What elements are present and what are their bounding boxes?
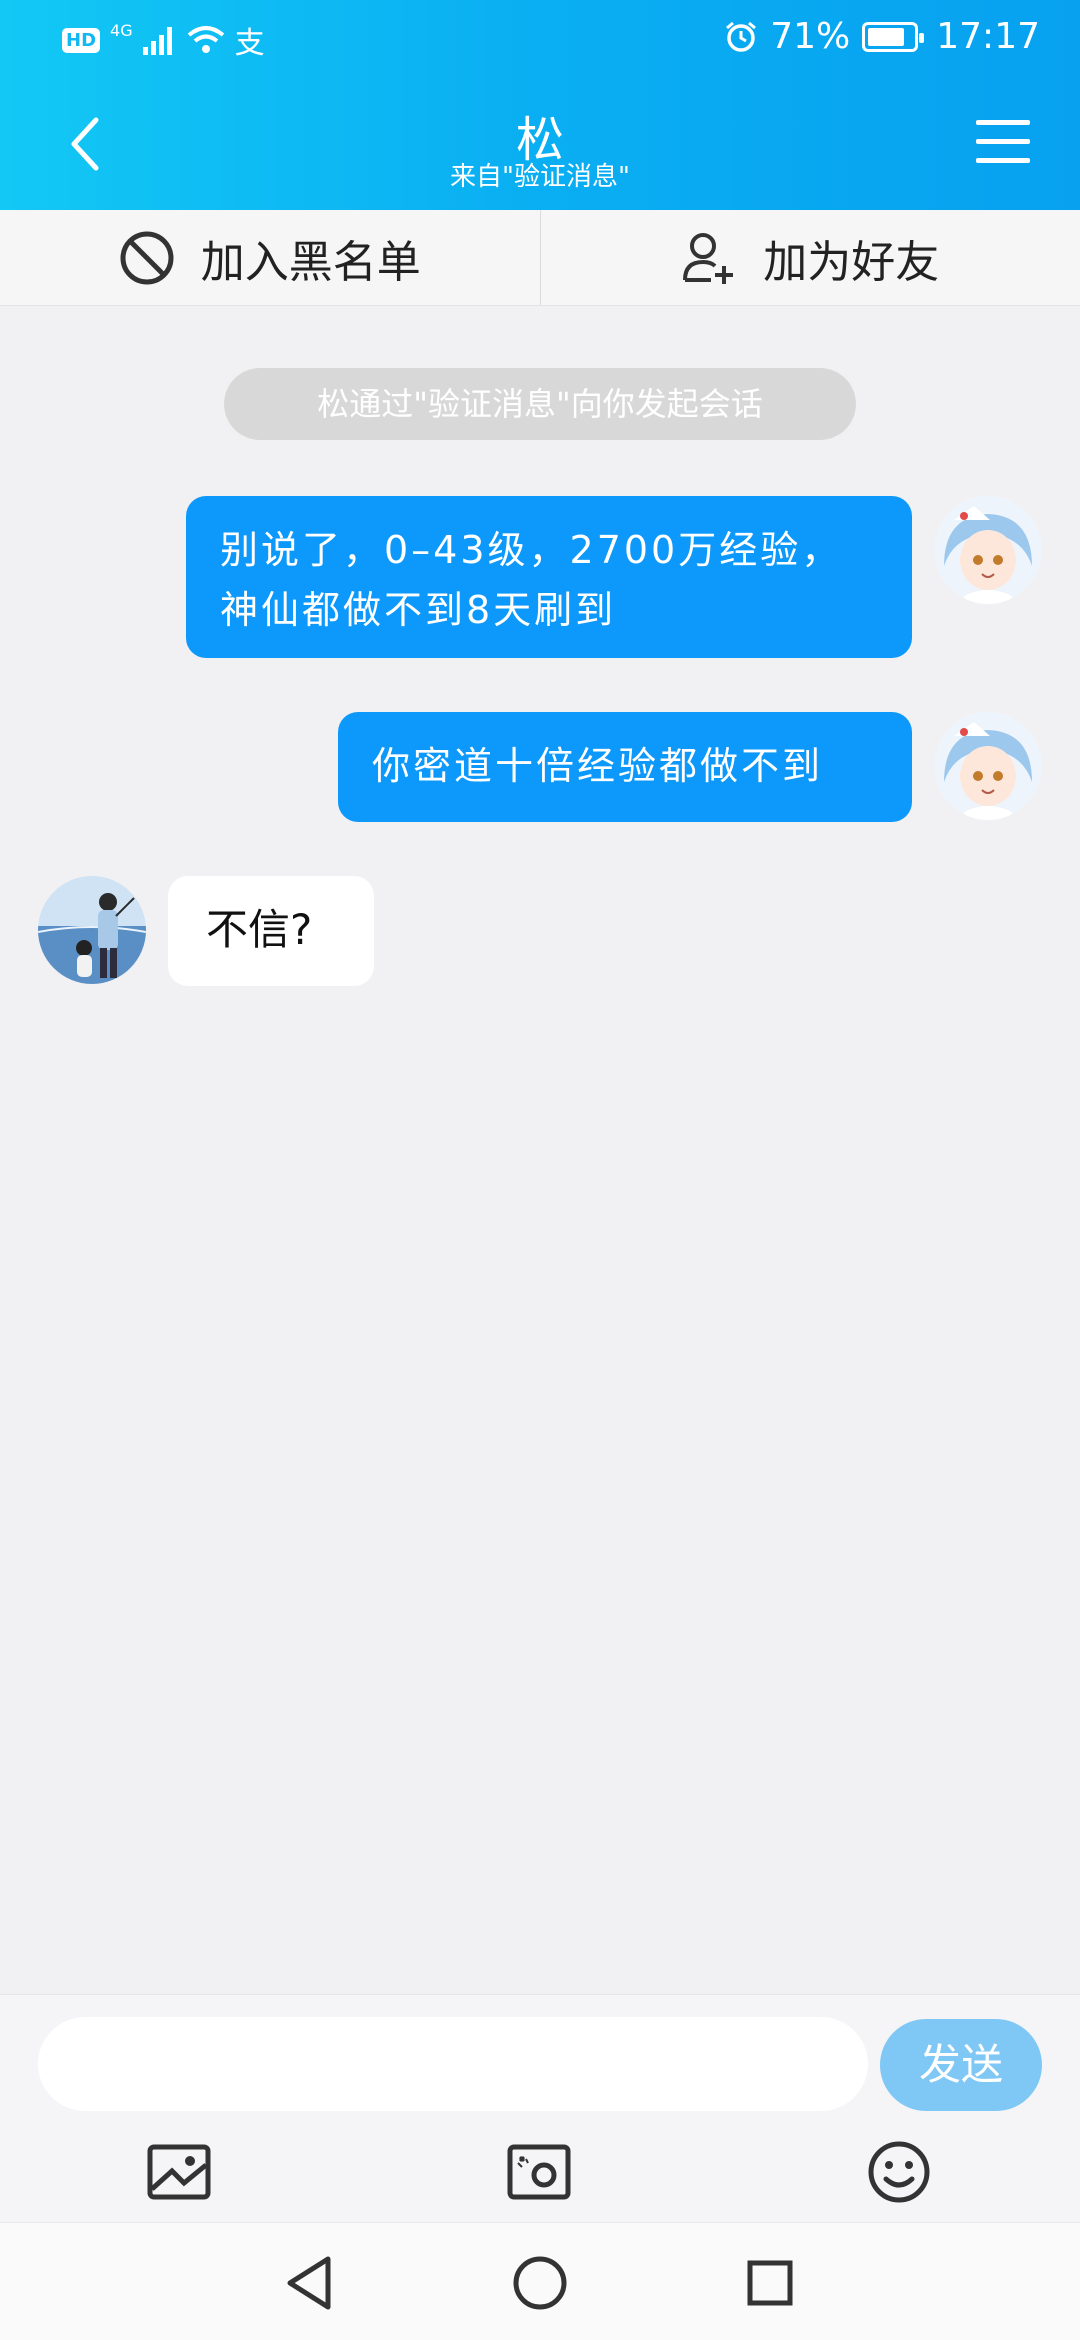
signal-icon (142, 27, 172, 55)
chat-subtitle: 来自"验证消息" (450, 162, 630, 192)
my-message-bubble[interactable]: 你密道十倍经验都做不到 (338, 712, 912, 822)
battery-percent: 71% (770, 16, 851, 57)
wifi-icon (187, 26, 224, 53)
hd-badge: HD (62, 27, 101, 53)
blacklist-button[interactable]: 加入黑名单 (0, 210, 540, 305)
message-text: 不信? (206, 905, 313, 954)
camera-icon[interactable] (506, 2139, 572, 2205)
image-icon[interactable] (146, 2139, 212, 2205)
add-friend-button[interactable]: 加为好友 (539, 210, 1080, 305)
contact-avatar[interactable] (38, 876, 146, 984)
nav-recents-icon[interactable] (740, 2253, 800, 2313)
block-icon (120, 231, 174, 284)
add-friend-label: 加为好友 (763, 236, 940, 288)
network-label: 4G (110, 20, 133, 40)
message-text: 你密道十倍经验都做不到 (372, 744, 824, 788)
status-bar: HD 4G 支 71% 17:17 (0, 0, 1080, 76)
my-avatar[interactable] (934, 712, 1042, 820)
clock: 17:17 (936, 16, 1040, 57)
alipay-icon: 支 (234, 26, 265, 61)
nav-home-icon[interactable] (510, 2253, 570, 2313)
emoji-icon[interactable] (866, 2139, 932, 2205)
contact-message-bubble[interactable]: 不信? (168, 876, 374, 986)
status-left: HD 4G 支 (62, 18, 265, 62)
action-bar: 加入黑名单 加为好友 (0, 210, 1080, 306)
message-input[interactable] (38, 2017, 868, 2111)
app-header: HD 4G 支 71% 17:17 松 来自"验证消息" (0, 0, 1080, 210)
add-user-icon (683, 232, 734, 284)
menu-button[interactable] (976, 118, 1030, 166)
my-avatar[interactable] (934, 496, 1042, 604)
send-button[interactable]: 发送 (880, 2019, 1042, 2111)
message-text: 别说了，0–43级，2700万经验，神仙都做不到8天刷到 (220, 528, 843, 632)
status-right: 71% 17:17 (724, 16, 1040, 57)
system-notice: 松通过"验证消息"向你发起会话 (224, 368, 856, 440)
blacklist-label: 加入黑名单 (200, 236, 421, 288)
nav-back-icon[interactable] (280, 2253, 340, 2313)
battery-icon (862, 21, 925, 52)
system-nav-bar (0, 2222, 1080, 2340)
composer: 发送 (0, 1994, 1080, 2222)
alarm-icon (726, 21, 757, 52)
my-message-bubble[interactable]: 别说了，0–43级，2700万经验，神仙都做不到8天刷到 (186, 496, 912, 658)
